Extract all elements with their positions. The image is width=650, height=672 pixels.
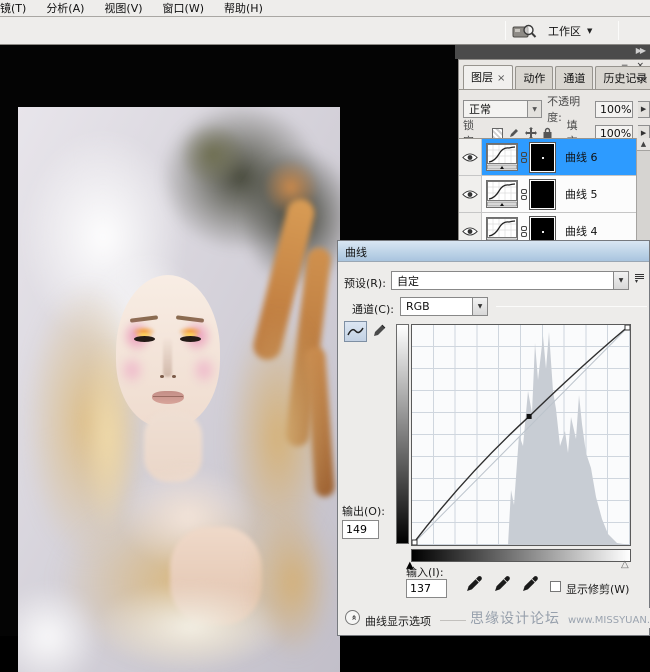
visibility-eye-icon[interactable] <box>459 176 482 212</box>
input-input[interactable] <box>406 579 447 598</box>
menu-item-analysis[interactable]: 分析(A) <box>46 0 84 16</box>
tab-divider <box>459 89 650 90</box>
highlight-input-slider[interactable]: △ <box>621 560 629 570</box>
tab-channels-label: 通道 <box>563 72 586 85</box>
lip-line <box>153 396 183 397</box>
layers-scrollbar[interactable]: ▲ <box>636 138 650 255</box>
menu-item-view[interactable]: 视图(V) <box>104 0 142 16</box>
tab-layers-label: 图层 <box>471 71 493 84</box>
mask-link-icon[interactable] <box>520 151 528 163</box>
menu-item-help[interactable]: 帮助(H) <box>224 0 263 16</box>
chevron-down-icon[interactable]: ▼ <box>472 298 487 315</box>
black-point-eyedropper-icon[interactable] <box>466 575 483 592</box>
tab-actions[interactable]: 动作 <box>515 66 554 89</box>
preset-label: 预设(R): <box>344 277 386 290</box>
layer-name: 曲线 6 <box>565 151 598 164</box>
curve-tool-icon <box>347 327 364 336</box>
watermark-site-name: 思缘设计论坛 <box>470 611 560 627</box>
curve-point-highlight <box>624 325 630 331</box>
input-label: 输入(I): <box>406 566 444 579</box>
curves-dialog: 曲线 预设(R): 自定 ▼ ▾ 通道(C): RGB ▼ ▲ △ 输出(O): <box>337 240 650 636</box>
workspace-label: 工作区 <box>548 25 581 38</box>
tab-channels[interactable]: 通道 <box>555 66 594 89</box>
curves-adjustment-thumbnail[interactable] <box>486 180 518 208</box>
visibility-eye-icon[interactable] <box>459 139 482 175</box>
channel-label: 通道(C): <box>352 303 394 316</box>
dialog-titlebar[interactable]: 曲线 <box>338 241 649 262</box>
chevron-down-icon[interactable]: ▼ <box>527 101 542 117</box>
lips <box>152 391 184 404</box>
mask-link-icon[interactable] <box>520 225 528 237</box>
curve-display-options-label: 曲线显示选项 <box>365 615 431 628</box>
layer-row-curves6[interactable]: 曲线 6 <box>459 139 637 176</box>
bridge-icon[interactable] <box>512 23 538 39</box>
nostril-right <box>172 375 176 378</box>
hair-bottom-right <box>243 487 340 672</box>
headdress-moss <box>168 112 258 197</box>
blend-mode-select[interactable]: 正常 ▼ <box>463 100 543 118</box>
gray-point-eyedropper-icon[interactable] <box>494 575 511 592</box>
eye-right <box>180 336 201 342</box>
blush-right <box>186 349 222 391</box>
panel-tabs: 图层 × 动作 通道 历史记录 <box>463 65 650 89</box>
opacity-value[interactable]: 100% <box>595 100 634 118</box>
dialog-title: 曲线 <box>345 246 367 259</box>
chevron-down-icon[interactable]: ▼ <box>613 272 628 289</box>
curve-point-shadow <box>412 539 418 545</box>
toolbar-separator-2 <box>618 21 619 40</box>
curves-adjustment-thumbnail[interactable] <box>486 143 518 171</box>
collapse-dock-icon[interactable]: ▶▶ <box>636 46 646 55</box>
layer-name: 曲线 4 <box>565 225 598 238</box>
input-gradient-bar <box>411 549 631 562</box>
blush-left <box>114 349 150 391</box>
curve-point-tool-button[interactable] <box>344 321 367 342</box>
tab-close-icon[interactable]: × <box>497 73 505 84</box>
watermark-site-url: www.MISSYUAN.COM <box>568 615 650 626</box>
eye-left <box>134 336 155 342</box>
layer-row-curves5[interactable]: 曲线 5 <box>459 176 637 213</box>
menu-bar: 滤镜(T) 分析(A) 视图(V) 窗口(W) 帮助(H) <box>0 0 650 17</box>
nose <box>163 337 172 377</box>
tab-layers[interactable]: 图层 × <box>463 65 514 89</box>
watermark: 思缘设计论坛 www.MISSYUAN.COM <box>466 608 650 628</box>
channel-select[interactable]: RGB ▼ <box>400 297 488 316</box>
output-label: 输出(O): <box>342 505 385 518</box>
dock-header: ▶▶ <box>455 45 650 59</box>
nostril-left <box>160 375 164 378</box>
toolbar-separator <box>505 21 506 40</box>
face <box>114 275 222 427</box>
menu-item-filter[interactable]: 滤镜(T) <box>0 0 26 16</box>
chevron-down-icon: ▼ <box>587 27 593 35</box>
preset-options-icon[interactable]: ▾ <box>635 274 644 285</box>
channel-value: RGB <box>406 300 430 313</box>
panel-menu-icon[interactable]: ▾≡ <box>636 74 647 83</box>
show-clipping-checkbox[interactable] <box>550 581 561 592</box>
opacity-spinner-icon[interactable]: ▶ <box>638 100 650 118</box>
layer-name: 曲线 5 <box>565 188 598 201</box>
tab-actions-label: 动作 <box>523 72 546 85</box>
layer-mask-thumbnail[interactable] <box>529 178 556 210</box>
output-input[interactable] <box>342 520 379 539</box>
layer-list: 曲线 6 曲线 5 曲线 4 <box>459 138 637 254</box>
output-gradient-bar <box>396 324 409 544</box>
pencil-tool-icon[interactable] <box>372 323 387 341</box>
white-point-eyedropper-icon[interactable] <box>522 575 539 592</box>
curve-point-mid <box>526 413 532 419</box>
menu-item-window[interactable]: 窗口(W) <box>163 0 204 16</box>
layer-mask-thumbnail[interactable] <box>529 141 556 173</box>
workspace-button[interactable]: 工作区 ▼ <box>548 23 592 39</box>
scroll-up-icon[interactable]: ▲ <box>637 138 650 151</box>
preset-select[interactable]: 自定 ▼ <box>391 271 629 290</box>
group-frame-line <box>496 306 647 307</box>
curve-graph[interactable] <box>411 324 631 546</box>
preset-value: 自定 <box>397 274 419 288</box>
mask-link-icon[interactable] <box>520 188 528 200</box>
curve-display-options-expander[interactable]: « <box>345 610 360 625</box>
show-clipping-label: 显示修剪(W) <box>566 583 630 596</box>
blend-mode-value: 正常 <box>469 103 491 116</box>
options-bar: 工作区 ▼ <box>0 17 650 45</box>
layers-panel: − × 图层× 动作 通道 历史记录 ▾≡ 正常 ▼ 不透明度: 100% ▶ … <box>458 59 650 255</box>
histogram <box>508 332 630 545</box>
document-photo <box>18 107 340 672</box>
